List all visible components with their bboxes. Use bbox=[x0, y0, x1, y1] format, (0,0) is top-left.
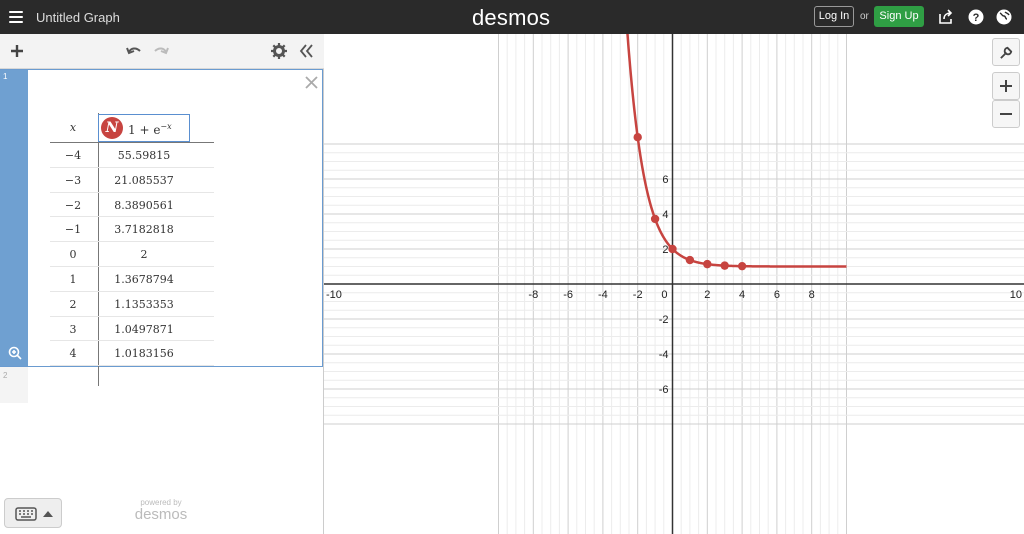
table-cell-y[interactable]: 55.59815 bbox=[98, 149, 190, 162]
table-row-divider bbox=[50, 315, 214, 317]
table-header-x[interactable]: x bbox=[50, 121, 96, 134]
data-point bbox=[668, 244, 677, 254]
table-row-divider bbox=[50, 166, 214, 168]
y-tick-label: 6 bbox=[662, 174, 668, 186]
y-tick-label: -2 bbox=[659, 314, 669, 326]
table-cell-x[interactable]: 2 bbox=[50, 298, 96, 311]
powered-by-desmos[interactable]: powered by desmos bbox=[128, 498, 194, 523]
table-cell-x[interactable]: −4 bbox=[50, 149, 96, 162]
x-tick-label: 6 bbox=[774, 289, 780, 301]
help-icon[interactable]: ? bbox=[968, 9, 984, 25]
x-tick-label: 8 bbox=[809, 289, 815, 301]
data-point bbox=[650, 214, 660, 224]
delete-expression-icon[interactable] bbox=[305, 76, 318, 89]
expression-2-index: 2 bbox=[3, 371, 8, 380]
minus-icon bbox=[1000, 113, 1012, 115]
table-cell-y[interactable]: 1.0183156 bbox=[98, 347, 190, 360]
table-cell-y[interactable]: 1.0497871 bbox=[98, 323, 190, 336]
table-cell-x[interactable]: 3 bbox=[50, 323, 96, 336]
table-cell-y[interactable]: 1.3678794 bbox=[98, 273, 190, 286]
expression-panel: 1 xN 1 + e−x −4 55.59815 −3 21.085537 −2 8.3890… bbox=[0, 34, 324, 534]
svg-text:?: ? bbox=[973, 12, 980, 24]
table-cell-x[interactable]: 0 bbox=[50, 248, 96, 261]
table-cell-x[interactable]: −3 bbox=[50, 174, 96, 187]
y-tick-label: 2 bbox=[662, 244, 668, 256]
graph-title[interactable]: Untitled Graph bbox=[36, 10, 120, 25]
x-tick-label: 10 bbox=[1010, 289, 1022, 301]
data-point bbox=[737, 261, 747, 271]
chevron-up-icon bbox=[43, 511, 53, 517]
y-tick-label: 4 bbox=[662, 209, 668, 221]
table-row-divider bbox=[50, 340, 214, 342]
graph-canvas[interactable]: -10 -8 -6 -4 -2 0 2 4 6 8 10 6 4 2 -2 -4 -6 bbox=[324, 34, 1024, 534]
table-row-divider bbox=[50, 216, 214, 218]
table-cell-y[interactable]: 2 bbox=[98, 248, 190, 261]
desmos-logo: desmos bbox=[472, 5, 551, 30]
table-cell-y[interactable]: 1.1353353 bbox=[98, 298, 190, 311]
table-cell-x[interactable]: −1 bbox=[50, 223, 96, 236]
keyboard-icon bbox=[15, 507, 37, 521]
data-point bbox=[633, 132, 642, 142]
plus-icon bbox=[1000, 80, 1012, 92]
table-row-divider bbox=[50, 191, 214, 193]
table-cell-x[interactable]: 1 bbox=[50, 273, 96, 286]
share-icon[interactable] bbox=[938, 9, 954, 25]
data-point bbox=[720, 261, 729, 270]
color-style-icon[interactable]: N bbox=[101, 117, 123, 139]
table-cell-y[interactable]: 8.3890561 bbox=[98, 199, 190, 212]
table-row-divider bbox=[50, 241, 214, 243]
y-tick-label: -6 bbox=[659, 384, 669, 396]
data-point bbox=[703, 259, 712, 269]
settings-gear-icon[interactable] bbox=[271, 43, 287, 59]
table-cell-x[interactable]: 4 bbox=[50, 347, 96, 360]
zoom-out-button[interactable] bbox=[992, 100, 1020, 128]
signup-button[interactable]: Sign Up bbox=[874, 6, 924, 27]
table-row-divider bbox=[50, 290, 214, 292]
top-bar: Untitled Graph desmos Log In or Sign Up … bbox=[0, 0, 1024, 34]
table-row-divider bbox=[50, 266, 214, 267]
table-cell-y[interactable]: 3.7182818 bbox=[98, 223, 190, 236]
expression-toolbar bbox=[0, 34, 324, 69]
table-header-y-formula: 1 + e−x bbox=[128, 122, 172, 137]
x-tick-label: -4 bbox=[598, 289, 608, 301]
x-tick-label: 2 bbox=[704, 289, 710, 301]
login-button[interactable]: Log In bbox=[814, 6, 854, 27]
y-tick-label: -4 bbox=[659, 349, 669, 361]
data-point bbox=[685, 255, 695, 265]
redo-icon[interactable] bbox=[153, 43, 169, 59]
table-header-line bbox=[50, 142, 214, 143]
zoom-in-button[interactable] bbox=[992, 72, 1020, 100]
or-label: or bbox=[860, 11, 869, 22]
collapse-panel-icon[interactable] bbox=[298, 43, 314, 59]
table-row-divider bbox=[50, 365, 214, 367]
graph-settings-button[interactable] bbox=[992, 38, 1020, 66]
hamburger-menu-icon[interactable] bbox=[9, 9, 25, 25]
x-tick-label: -8 bbox=[528, 289, 538, 301]
globe-icon[interactable] bbox=[996, 9, 1012, 25]
table-cell-x[interactable]: −2 bbox=[50, 199, 96, 212]
x-tick-label: -2 bbox=[633, 289, 643, 301]
x-tick-label: -6 bbox=[563, 289, 573, 301]
add-item-icon[interactable] bbox=[9, 43, 25, 59]
keypad-toggle-button[interactable] bbox=[4, 498, 62, 528]
zoom-fit-icon[interactable] bbox=[8, 346, 22, 360]
x-tick-label: 0 bbox=[661, 289, 667, 301]
undo-icon[interactable] bbox=[126, 43, 142, 59]
wrench-icon bbox=[1000, 46, 1013, 59]
x-tick-label: 4 bbox=[739, 289, 745, 301]
x-tick-label: -10 bbox=[326, 289, 342, 301]
powered-by-brand: desmos bbox=[134, 506, 188, 523]
table-cell-y[interactable]: 21.085537 bbox=[98, 174, 190, 187]
